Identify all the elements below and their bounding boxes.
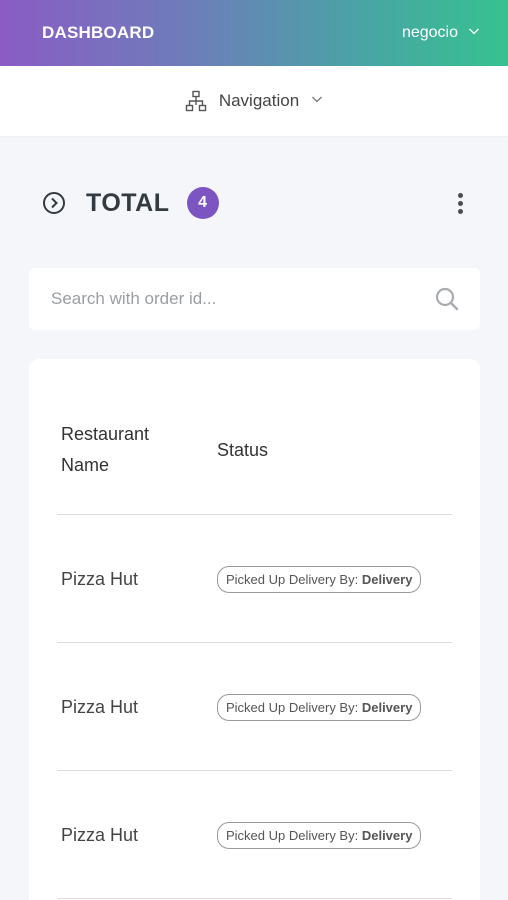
table-row[interactable]: Pizza Hut Picked Up Delivery By: Deliver… bbox=[57, 515, 452, 643]
user-menu[interactable]: negocio bbox=[402, 24, 480, 42]
chevron-down-icon bbox=[468, 24, 480, 42]
restaurant-name: Pizza Hut bbox=[61, 696, 139, 717]
sitemap-icon bbox=[185, 90, 207, 112]
row-divider bbox=[57, 898, 452, 899]
status-badge: Picked Up Delivery By: Delivery bbox=[217, 565, 422, 593]
order-search-bar bbox=[29, 268, 480, 330]
table-row[interactable]: Pizza Hut Picked Up Delivery By: Deliver… bbox=[57, 643, 452, 771]
courier-text: Delivery bbox=[361, 571, 413, 587]
status-text: Picked Up Delivery By: bbox=[226, 827, 359, 843]
status-text: Picked Up Delivery By: bbox=[226, 699, 359, 715]
column-header-line: Restaurant bbox=[61, 424, 150, 444]
navigation-label: Navigation bbox=[218, 91, 300, 110]
status-text: Picked Up Delivery By: bbox=[226, 571, 359, 587]
chevron-right-circle-icon[interactable] bbox=[42, 191, 66, 215]
total-count-badge: 4 bbox=[186, 187, 219, 219]
total-title: TOTAL bbox=[86, 188, 170, 217]
total-summary: TOTAL 4 bbox=[42, 184, 470, 222]
brand-title[interactable]: DASHBOARD bbox=[42, 23, 154, 43]
orders-table-card: Restaurant Name Status Pizza Hut Picked … bbox=[29, 359, 480, 900]
chevron-down-icon bbox=[311, 92, 323, 110]
table-row[interactable]: Pizza Hut Picked Up Delivery By: Deliver… bbox=[57, 771, 452, 899]
courier-text: Delivery bbox=[361, 827, 413, 843]
table-header: Restaurant Name Status bbox=[61, 419, 451, 481]
status-badge: Picked Up Delivery By: Delivery bbox=[217, 821, 422, 849]
courier-text: Delivery bbox=[361, 699, 413, 715]
column-header-line: Name bbox=[61, 455, 110, 475]
search-icon[interactable] bbox=[434, 286, 460, 312]
search-input[interactable] bbox=[51, 289, 434, 309]
top-header: DASHBOARD negocio bbox=[0, 0, 508, 66]
user-name: negocio bbox=[401, 24, 458, 41]
restaurant-name: Pizza Hut bbox=[61, 824, 139, 845]
column-header-restaurant-name: Restaurant Name bbox=[61, 419, 217, 481]
column-header-status: Status bbox=[217, 439, 269, 460]
restaurant-name: Pizza Hut bbox=[61, 568, 139, 589]
status-badge: Picked Up Delivery By: Delivery bbox=[217, 693, 422, 721]
navigation-toggle[interactable]: Navigation bbox=[0, 66, 508, 136]
kebab-menu-icon[interactable] bbox=[450, 191, 470, 215]
